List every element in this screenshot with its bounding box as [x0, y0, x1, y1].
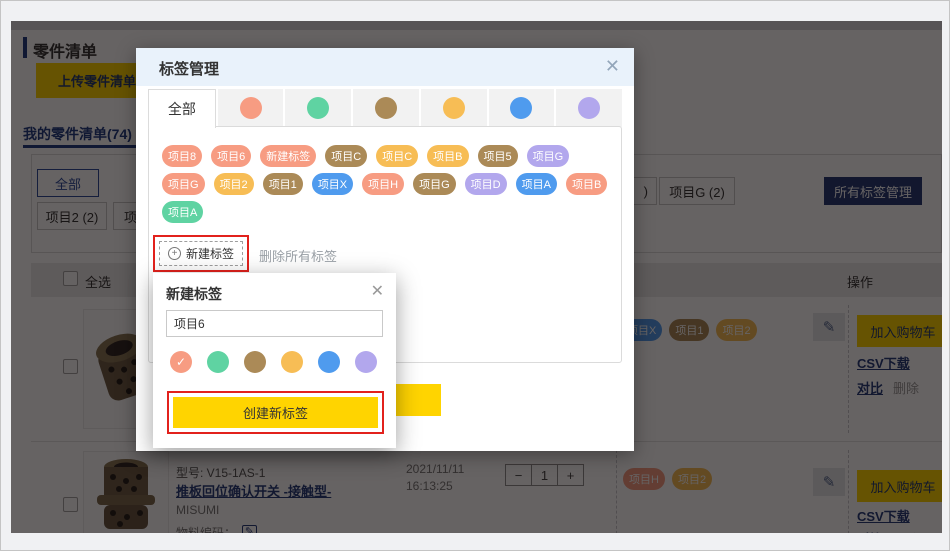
tab-all-colors[interactable]: 全部 [148, 89, 216, 128]
tab-color-salmon[interactable] [218, 89, 284, 127]
plus-circle-icon: + [168, 247, 181, 260]
color-filter-tabs: 全部 [148, 89, 622, 127]
tag-pill[interactable]: 项目C [325, 145, 367, 167]
tag-pill[interactable]: 项目X [312, 173, 353, 195]
blue-dot-icon [510, 97, 532, 119]
color-option-brown[interactable] [244, 351, 266, 373]
tag-pill[interactable]: 项目B [566, 173, 607, 195]
color-option-purple[interactable] [355, 351, 377, 373]
color-option-salmon-selected[interactable]: ✓ [170, 351, 192, 373]
color-option-orange[interactable] [281, 351, 303, 373]
modal-header: 标签管理 ✕ [136, 48, 634, 86]
tag-pill[interactable]: 项目D [465, 173, 507, 195]
tag-pill[interactable]: 项目A [516, 173, 557, 195]
new-tag-dialog: 新建标签 ✕ ✓ 创建新标签 [153, 273, 396, 448]
green-dot-icon [307, 97, 329, 119]
close-icon[interactable]: ✕ [371, 281, 384, 301]
orange-dot-icon [443, 97, 465, 119]
tag-pill[interactable]: 项目A [162, 201, 203, 223]
close-icon[interactable]: ✕ [605, 56, 620, 77]
dialog-title: 新建标签 [166, 284, 222, 304]
tab-color-purple[interactable] [556, 89, 622, 127]
brown-dot-icon [375, 97, 397, 119]
tag-pill[interactable]: 项目2 [214, 173, 254, 195]
tag-row: 项目A [162, 201, 608, 223]
tab-color-brown[interactable] [353, 89, 419, 127]
tag-pill[interactable]: 项目G [527, 145, 570, 167]
tag-name-input[interactable] [166, 310, 383, 337]
screenshot-frame: 零件清单 上传零件清单 我的零件清单(74) 全部 ) 项目G (2) 所有标签… [0, 0, 950, 551]
tag-pill[interactable]: 项目G [162, 173, 205, 195]
color-option-green[interactable] [207, 351, 229, 373]
tag-pill[interactable]: 项目G [413, 173, 456, 195]
tag-pill[interactable]: 项目C [376, 145, 418, 167]
tag-pill[interactable]: 项目8 [162, 145, 202, 167]
tag-pill[interactable]: 新建标签 [260, 145, 316, 167]
tag-pill[interactable]: 项目B [427, 145, 468, 167]
tag-pill[interactable]: 项目6 [211, 145, 251, 167]
tab-color-blue[interactable] [489, 89, 555, 127]
new-tag-button[interactable]: + 新建标签 [159, 241, 243, 266]
check-icon: ✓ [176, 355, 186, 369]
salmon-dot-icon [240, 97, 262, 119]
create-new-tag-button[interactable]: 创建新标签 [173, 397, 378, 428]
color-picker: ✓ [170, 351, 377, 373]
tab-color-orange[interactable] [421, 89, 487, 127]
tag-pill[interactable]: 项目H [362, 173, 404, 195]
modal-title: 标签管理 [159, 58, 219, 79]
tag-pill[interactable]: 项目1 [263, 173, 303, 195]
color-option-blue[interactable] [318, 351, 340, 373]
purple-dot-icon [578, 97, 600, 119]
tag-row: 项目G 项目2 项目1 项目X 项目H 项目G 项目D 项目A 项目B [162, 173, 608, 195]
tag-pill[interactable]: 项目5 [478, 145, 518, 167]
tag-row: 项目8 项目6 新建标签 项目C 项目C 项目B 项目5 项目G [162, 145, 608, 167]
new-tag-button-label: 新建标签 [186, 245, 234, 262]
tab-color-green[interactable] [285, 89, 351, 127]
delete-all-tags-button[interactable]: 删除所有标签 [259, 246, 337, 265]
